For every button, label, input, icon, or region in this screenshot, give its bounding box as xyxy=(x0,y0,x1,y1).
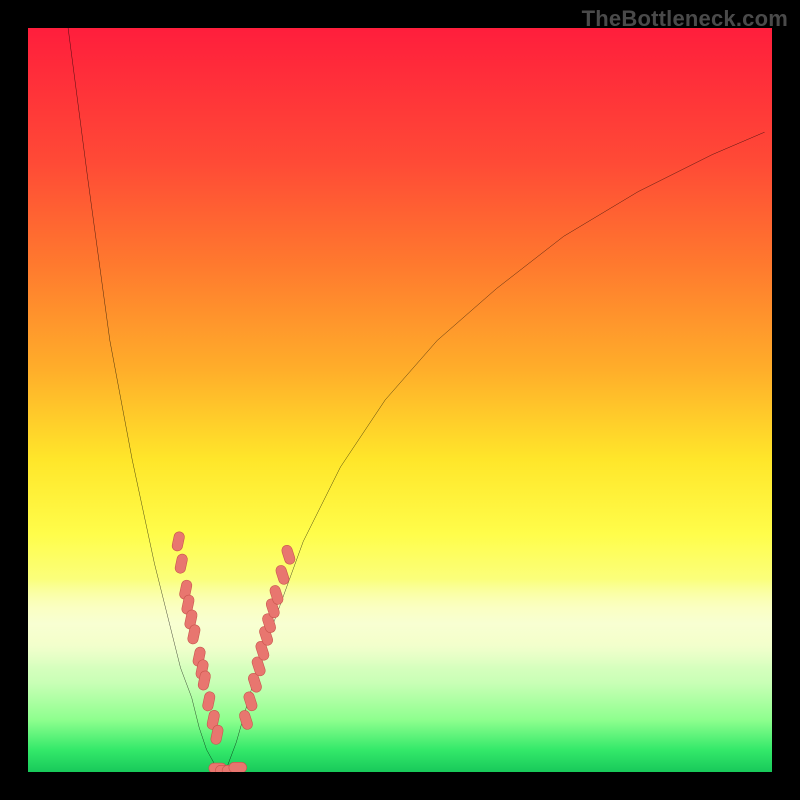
chart-frame: TheBottleneck.com xyxy=(0,0,800,800)
data-marker xyxy=(202,691,216,712)
curve-svg xyxy=(28,28,772,772)
data-marker xyxy=(280,544,296,566)
plot-area xyxy=(28,28,772,772)
data-marker xyxy=(174,553,188,574)
data-marker xyxy=(275,564,291,586)
data-marker xyxy=(229,762,247,772)
data-marker xyxy=(243,691,259,713)
curve-right xyxy=(225,132,764,772)
data-marker xyxy=(171,531,185,552)
